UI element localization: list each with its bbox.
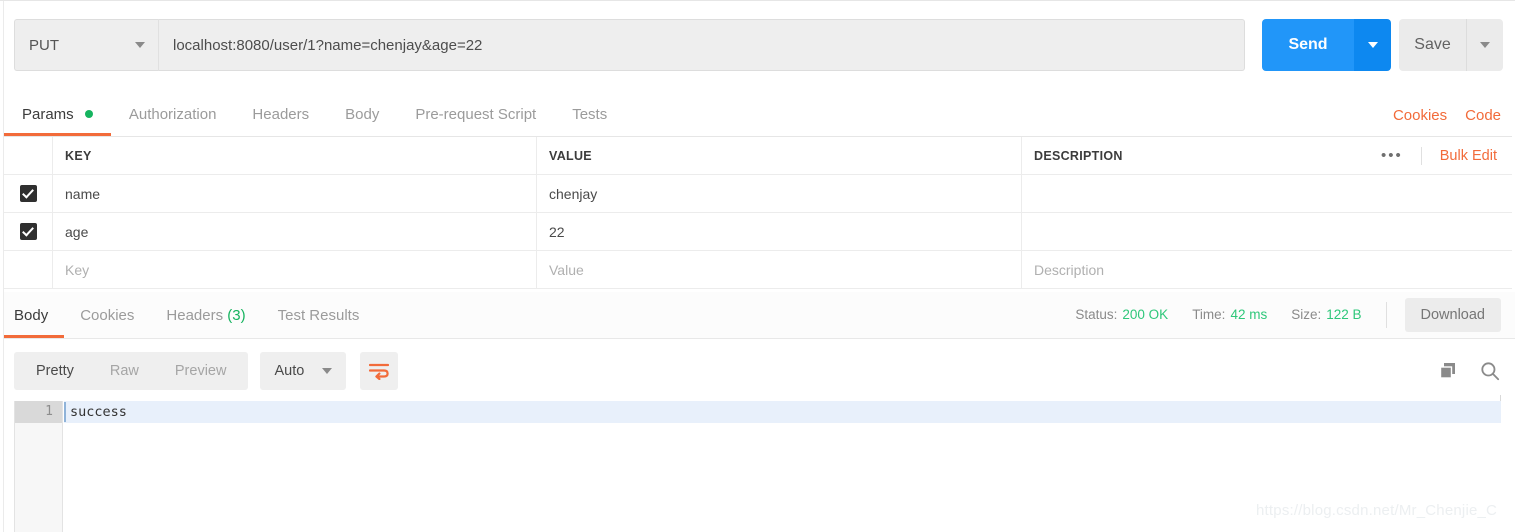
top-divider: [0, 0, 1515, 1]
size-value: 122 B: [1326, 307, 1362, 322]
response-headers-count: (3): [227, 306, 246, 324]
response-tab-headers-label: Headers: [166, 306, 224, 324]
url-bar: PUT localhost:8080/user/1?name=chenjay&a…: [14, 19, 1245, 71]
bulk-edit-link[interactable]: Bulk Edit: [1422, 148, 1500, 164]
status-value: 200 OK: [1122, 307, 1169, 322]
tab-body[interactable]: Body: [327, 94, 397, 136]
tab-tests[interactable]: Tests: [554, 94, 625, 136]
time-metric: Time: 42 ms: [1192, 307, 1267, 322]
size-metric: Size: 122 B: [1291, 307, 1361, 322]
more-options-icon[interactable]: •••: [1363, 146, 1422, 165]
tab-params[interactable]: Params: [4, 94, 111, 136]
send-options-button[interactable]: [1354, 19, 1391, 71]
table-row-new: Key Value Description: [4, 251, 1512, 289]
status-metric: Status: 200 OK: [1075, 307, 1168, 322]
chevron-down-icon: [1367, 42, 1378, 48]
send-button[interactable]: Send: [1262, 19, 1354, 71]
url-input[interactable]: localhost:8080/user/1?name=chenjay&age=2…: [159, 19, 1245, 71]
params-table-header: KEY VALUE DESCRIPTION ••• Bulk Edit: [4, 137, 1512, 175]
tab-params-label: Params: [22, 106, 74, 123]
copy-icon: [1439, 362, 1455, 379]
format-select-label: Auto: [274, 363, 305, 379]
header-checkbox-cell: [4, 137, 53, 174]
new-row-value-input[interactable]: Value: [537, 251, 1022, 288]
response-tabs: Body Cookies Headers (3) Test Results St…: [4, 292, 1515, 339]
response-viewer-toolbar: Pretty Raw Preview Auto: [14, 352, 1501, 390]
download-button[interactable]: Download: [1404, 297, 1501, 332]
save-options-button[interactable]: [1466, 19, 1503, 71]
header-key-label: KEY: [65, 148, 92, 163]
row-checkbox-cell: [4, 175, 53, 212]
params-table: KEY VALUE DESCRIPTION ••• Bulk Edit name…: [4, 136, 1512, 289]
row-checkbox-cell: [4, 213, 53, 250]
chevron-down-icon: [322, 368, 333, 374]
postman-request-pane: PUT localhost:8080/user/1?name=chenjay&a…: [0, 0, 1515, 532]
response-tab-headers[interactable]: Headers (3): [150, 293, 261, 338]
header-description-cell: DESCRIPTION ••• Bulk Edit: [1022, 137, 1512, 174]
search-button[interactable]: [1479, 360, 1501, 382]
row-enabled-checkbox[interactable]: [19, 223, 37, 240]
header-key-cell: KEY: [53, 137, 537, 174]
view-mode-segmented-control: Pretty Raw Preview: [14, 352, 249, 390]
http-method-label: PUT: [29, 36, 59, 54]
row-key-input[interactable]: age: [53, 213, 537, 250]
row-key-input[interactable]: name: [53, 175, 537, 212]
view-mode-raw[interactable]: Raw: [92, 352, 157, 390]
editor-gutter: 1: [15, 401, 63, 532]
response-body-text: success: [70, 404, 127, 420]
text-cursor: [64, 402, 66, 422]
request-tabs: Params Authorization Headers Body Pre-re…: [4, 94, 1515, 136]
header-value-label: VALUE: [549, 148, 592, 163]
view-mode-pretty[interactable]: Pretty: [18, 352, 92, 390]
size-label: Size:: [1291, 307, 1322, 322]
header-description-label: DESCRIPTION: [1034, 148, 1123, 163]
tab-headers[interactable]: Headers: [234, 94, 327, 136]
word-wrap-icon: [369, 363, 390, 380]
response-tab-body[interactable]: Body: [4, 293, 65, 338]
code-link[interactable]: Code: [1465, 107, 1501, 124]
request-tabs-actions: Cookies Code: [1393, 94, 1501, 136]
tab-pre-request-script[interactable]: Pre-request Script: [397, 94, 554, 136]
time-label: Time:: [1192, 307, 1226, 322]
save-button-group: Save: [1399, 19, 1503, 71]
params-modified-dot-icon: [84, 110, 93, 119]
params-header-actions: ••• Bulk Edit: [1363, 146, 1500, 165]
format-select[interactable]: Auto: [260, 352, 347, 390]
meta-divider: [1385, 301, 1387, 328]
copy-button[interactable]: [1437, 360, 1459, 382]
response-tab-cookies[interactable]: Cookies: [64, 293, 150, 338]
save-button[interactable]: Save: [1399, 19, 1466, 71]
table-row: name chenjay: [4, 175, 1512, 213]
response-tab-test-results[interactable]: Test Results: [262, 293, 376, 338]
new-row-key-input[interactable]: Key: [53, 251, 537, 288]
chevron-down-icon: [135, 42, 145, 48]
cookies-link[interactable]: Cookies: [1393, 107, 1447, 124]
header-value-cell: VALUE: [537, 137, 1022, 174]
response-meta: Status: 200 OK Time: 42 ms Size: 122 B Down…: [1075, 292, 1501, 337]
line-number: 1: [15, 401, 62, 423]
word-wrap-button[interactable]: [360, 352, 399, 390]
row-value-input[interactable]: chenjay: [537, 175, 1022, 212]
new-row-description-input[interactable]: Description: [1022, 251, 1512, 288]
row-value-input[interactable]: 22: [537, 213, 1022, 250]
search-icon: [1481, 362, 1500, 381]
table-row: age 22: [4, 213, 1512, 251]
chevron-down-icon: [1480, 42, 1490, 48]
watermark: https://blog.csdn.net/Mr_Chenjie_C: [1256, 502, 1498, 519]
row-enabled-checkbox[interactable]: [19, 185, 37, 202]
status-label: Status:: [1075, 307, 1118, 322]
tab-authorization[interactable]: Authorization: [111, 94, 235, 136]
view-mode-preview[interactable]: Preview: [157, 352, 245, 390]
row-description-input[interactable]: [1022, 213, 1512, 250]
http-method-select[interactable]: PUT: [14, 19, 159, 71]
viewer-toolbar-actions: [1437, 360, 1501, 382]
row-checkbox-cell: [4, 251, 53, 288]
send-button-group: Send: [1262, 19, 1391, 71]
response-body-line: success: [64, 401, 1501, 423]
row-description-input[interactable]: [1022, 175, 1512, 212]
time-value: 42 ms: [1230, 307, 1268, 322]
